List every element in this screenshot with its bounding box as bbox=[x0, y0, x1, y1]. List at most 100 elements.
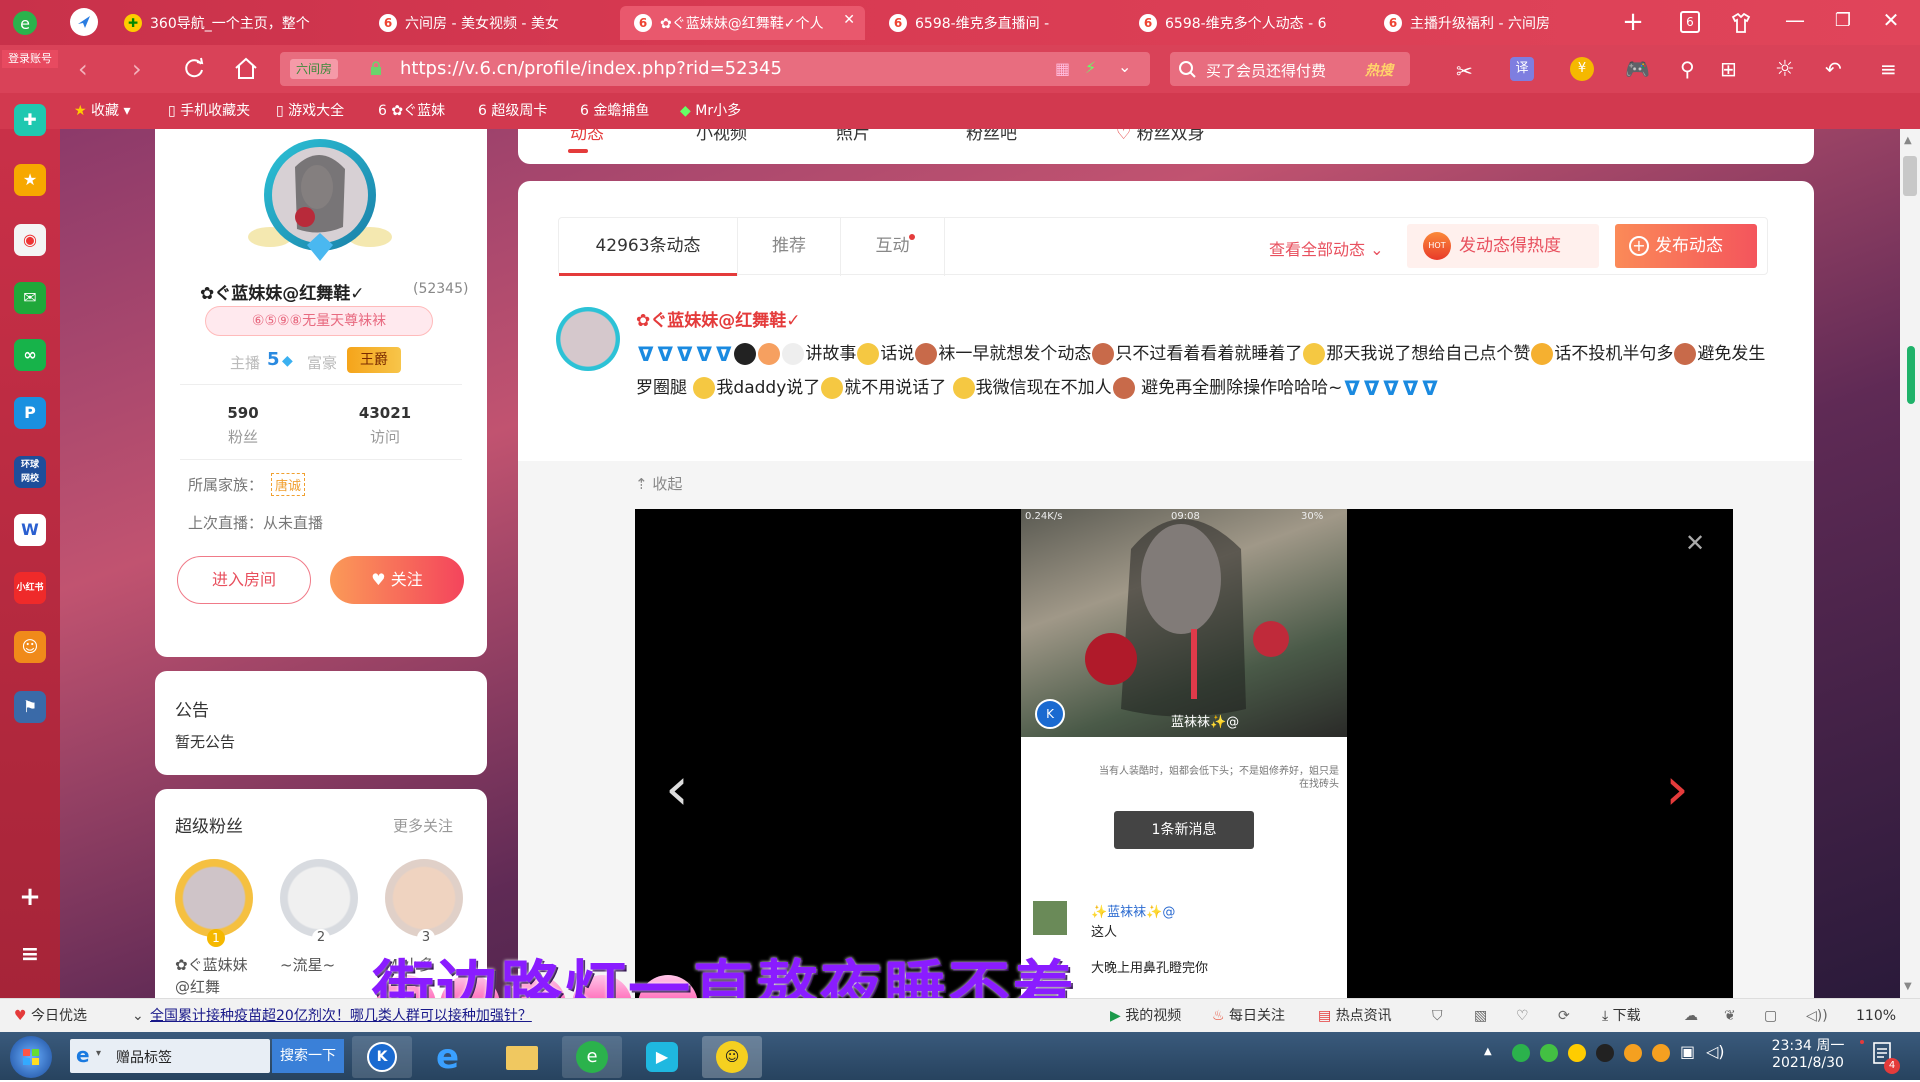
forward-icon[interactable]: › bbox=[132, 55, 142, 83]
downloads[interactable]: ⤓ 下载 bbox=[1602, 999, 1641, 1033]
side-handle[interactable] bbox=[1907, 346, 1915, 404]
shield-icon[interactable]: ⛉ bbox=[1432, 999, 1443, 1033]
hot-post-button[interactable]: HOT 发动态得热度 bbox=[1407, 224, 1599, 268]
menu-icon[interactable]: ≡ bbox=[1880, 57, 1897, 81]
tab-recommend[interactable]: 推荐 bbox=[737, 218, 841, 276]
pubg-icon[interactable]: ⚑ bbox=[14, 691, 46, 723]
back-icon[interactable]: ‹ bbox=[78, 55, 88, 83]
tab-victor-feed[interactable]: 6 6598-维克多个人动态 - 6 bbox=[1125, 6, 1370, 40]
prev-arrow-icon[interactable]: ‹ bbox=[665, 759, 689, 819]
taskbar-k-app[interactable]: K bbox=[352, 1036, 412, 1078]
plus-app-icon[interactable]: ✚ bbox=[14, 104, 46, 136]
bookmark-lanmeimei[interactable]: 6 ✿ぐ蓝妹 bbox=[378, 93, 445, 129]
restore-button[interactable]: ❐ bbox=[1830, 10, 1856, 36]
brightness-icon[interactable]: ☼ bbox=[1775, 57, 1795, 82]
enter-room-button[interactable]: 进入房间 bbox=[177, 556, 311, 604]
game-icon[interactable]: ☺ bbox=[14, 631, 46, 663]
close-icon[interactable]: ✕ bbox=[843, 12, 855, 28]
tab-all-dynamics[interactable]: 42963条动态 bbox=[559, 218, 737, 276]
window-icon[interactable]: ▢ bbox=[1764, 999, 1777, 1033]
tray-browser-icon[interactable] bbox=[1540, 1044, 1558, 1062]
magnifier-icon[interactable]: ⚲ bbox=[1680, 57, 1695, 81]
tray-360-icon[interactable] bbox=[1512, 1044, 1530, 1062]
lightning-icon[interactable]: ⚡ bbox=[1085, 58, 1096, 77]
clock-time[interactable]: 23:34 周一 bbox=[1748, 1035, 1868, 1055]
volume-icon[interactable]: ◁) bbox=[1706, 1042, 1725, 1061]
tray-qq-icon[interactable] bbox=[1624, 1044, 1642, 1062]
fan-avatar-2[interactable] bbox=[280, 859, 358, 937]
search-go-button[interactable]: 搜索一下 bbox=[272, 1039, 344, 1073]
ie-search-box[interactable]: e ▾ 赠品标签 bbox=[70, 1039, 270, 1073]
weibo-icon[interactable]: ◉ bbox=[14, 224, 46, 256]
bookmark-mrxiaoduo[interactable]: ◆ Mr小多 bbox=[680, 93, 741, 129]
profile-avatar[interactable] bbox=[245, 137, 395, 265]
qr-icon[interactable]: ▦ bbox=[1055, 59, 1070, 78]
word-icon[interactable]: W bbox=[14, 514, 46, 546]
scroll-thumb[interactable] bbox=[1903, 156, 1917, 196]
start-button[interactable] bbox=[10, 1036, 52, 1078]
tray-plus-icon[interactable] bbox=[1568, 1044, 1586, 1062]
fan-name-1[interactable]: ✿ぐ蓝妹妹@红舞 bbox=[175, 954, 260, 998]
scrollbar[interactable]: ▲ ▼ bbox=[1900, 129, 1920, 998]
ie-search-input[interactable]: 赠品标签 bbox=[116, 1047, 172, 1067]
taskbar-live-app[interactable]: ☺ bbox=[702, 1036, 762, 1078]
shirt-icon[interactable] bbox=[1728, 10, 1754, 36]
heart-outline-icon[interactable]: ♡ bbox=[1516, 999, 1529, 1033]
coin-icon[interactable]: ¥ bbox=[1570, 57, 1594, 81]
tab-6cn[interactable]: 6 六间房 - 美女视频 - 美女 bbox=[365, 6, 610, 40]
minimize-button[interactable]: — bbox=[1782, 8, 1808, 34]
mail-icon[interactable]: ✉ bbox=[14, 282, 46, 314]
list-icon[interactable]: ≡ bbox=[14, 939, 46, 971]
cloud-icon[interactable]: ☁ bbox=[1684, 999, 1698, 1033]
hot-news[interactable]: ▤ 热点资讯 bbox=[1318, 999, 1392, 1033]
speaker-icon[interactable]: ◁)) bbox=[1806, 999, 1828, 1033]
tab-short-video[interactable]: 小视频 bbox=[696, 129, 747, 144]
tab-profile-active[interactable]: 6 ✿ぐ蓝妹妹@红舞鞋✓个人 ✕ bbox=[620, 6, 865, 40]
global-news-icon[interactable]: 环球 网校 bbox=[14, 456, 46, 488]
news-ticker[interactable]: 全国累计接种疫苗超20亿剂次！哪几类人群可以接种加强针？ bbox=[150, 999, 532, 1033]
fan-medal-badge[interactable]: ⑥⑤⑨⑧无量天尊袜袜 bbox=[205, 306, 433, 336]
address-bar[interactable]: 六间房 https://v.6.cn/profile/index.php?rid… bbox=[280, 52, 1150, 86]
gamepad-icon[interactable]: 🎮 bbox=[1625, 57, 1650, 81]
p-app-icon[interactable]: P bbox=[14, 397, 46, 429]
tab-360[interactable]: ✚ 360导航_一个主页，整个 bbox=[110, 6, 355, 40]
zoom-level[interactable]: 110% bbox=[1856, 999, 1896, 1033]
home-icon[interactable] bbox=[232, 55, 260, 83]
publish-button[interactable]: + 发布动态 bbox=[1615, 224, 1757, 268]
collapse-link[interactable]: ⇡ 收起 bbox=[635, 473, 682, 494]
taskbar-ie[interactable]: e bbox=[422, 1036, 482, 1078]
close-window-button[interactable]: ✕ bbox=[1878, 8, 1904, 34]
network-icon[interactable]: ▣ bbox=[1680, 1042, 1695, 1061]
search-box[interactable]: 买了会员还得付费 热搜 bbox=[1170, 52, 1410, 86]
tab-count-badge[interactable]: 6 bbox=[1680, 11, 1700, 33]
my-videos[interactable]: ▶ 我的视频 bbox=[1110, 999, 1181, 1033]
nav-arrow-icon[interactable] bbox=[70, 8, 98, 36]
search-input[interactable]: 买了会员还得付费 bbox=[1206, 60, 1326, 81]
apps-grid-icon[interactable]: ⊞ bbox=[1720, 57, 1737, 81]
chevron-down-icon[interactable]: ⌄ bbox=[1118, 57, 1131, 76]
post-author-name[interactable]: ✿ぐ蓝妹妹@红舞鞋✓ bbox=[636, 306, 801, 331]
scroll-up-icon[interactable]: ▲ bbox=[1904, 135, 1912, 146]
bookmark-mobile[interactable]: ▯ 手机收藏夹 bbox=[168, 93, 250, 129]
tray-qq-icon[interactable] bbox=[1652, 1044, 1670, 1062]
family-badge[interactable]: 唐诚 bbox=[271, 473, 306, 496]
tray-expand-icon[interactable]: ▲ bbox=[1484, 1046, 1492, 1057]
tab-photos[interactable]: 照片 bbox=[836, 129, 870, 144]
favorites-star-icon[interactable]: ★ bbox=[14, 164, 46, 196]
url-text[interactable]: https://v.6.cn/profile/index.php?rid=523… bbox=[400, 58, 782, 79]
post-author-avatar[interactable] bbox=[556, 307, 620, 371]
fan-avatar-1[interactable] bbox=[175, 859, 253, 937]
today-picks[interactable]: ♥ 今日优选 bbox=[14, 999, 87, 1033]
scissors-icon[interactable]: ✂ bbox=[1456, 59, 1473, 83]
tab-fan-forum[interactable]: 粉丝吧 bbox=[966, 129, 1017, 144]
leaf-icon[interactable]: ❦ bbox=[1724, 999, 1736, 1033]
translate-icon[interactable]: 译 bbox=[1510, 57, 1534, 81]
next-arrow-icon[interactable]: › bbox=[1665, 759, 1689, 819]
xiaohongshu-icon[interactable]: 小红书 bbox=[14, 572, 46, 604]
bookmark-weekcard[interactable]: 6 超级周卡 bbox=[478, 93, 547, 129]
fan-name-2[interactable]: ~流星~ bbox=[280, 954, 365, 975]
browser-logo-icon[interactable]: e bbox=[10, 10, 40, 36]
close-viewer-icon[interactable]: ✕ bbox=[1685, 529, 1705, 557]
tray-app-icon[interactable] bbox=[1596, 1044, 1614, 1062]
clock-date[interactable]: 2021/8/30 bbox=[1748, 1055, 1868, 1071]
